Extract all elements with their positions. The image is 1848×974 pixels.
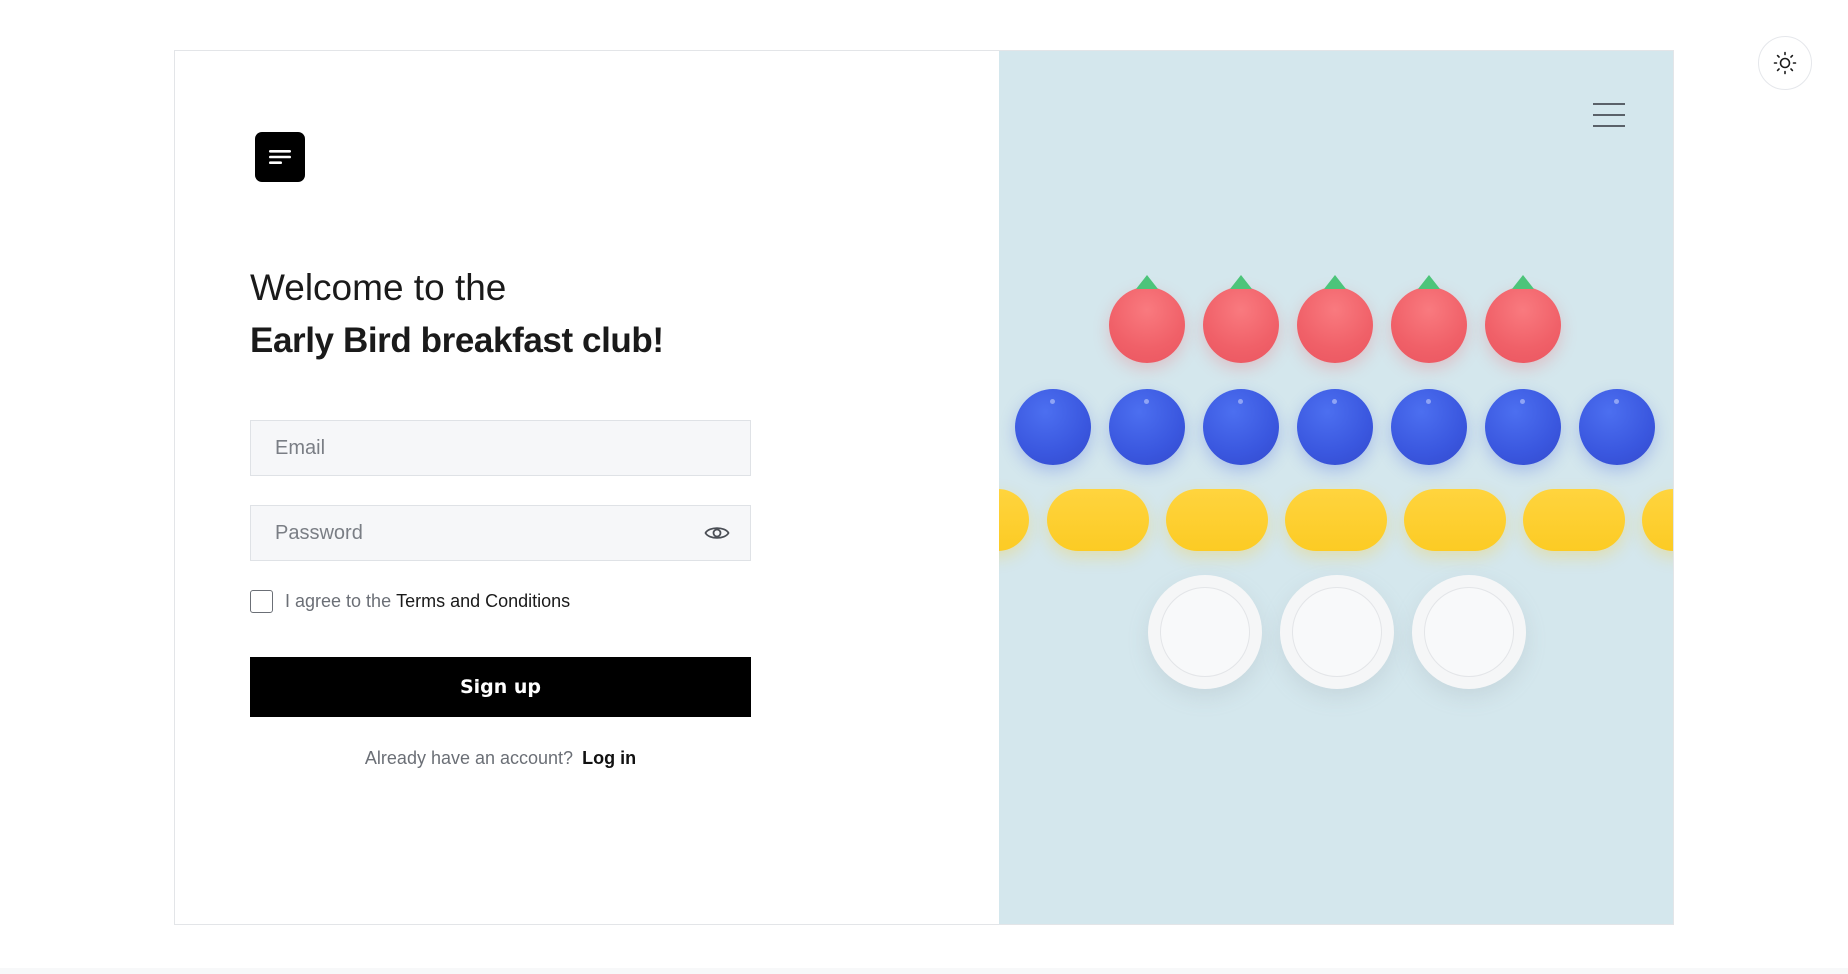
butter-pill-icon	[1522, 489, 1625, 551]
terms-link[interactable]: Terms and Conditions	[396, 591, 570, 612]
butter-pill-icon	[1403, 489, 1506, 551]
password-input[interactable]	[251, 506, 750, 560]
hamburger-icon[interactable]	[1592, 101, 1627, 129]
sign-up-button[interactable]: Sign up	[250, 657, 751, 717]
tomato-icon	[1296, 275, 1373, 363]
terms-agreement-row: I agree to the Terms and Conditions	[250, 590, 570, 613]
tomato-icon	[1390, 275, 1467, 363]
login-row: Already have an account? Log in	[250, 748, 751, 769]
password-field-wrapper	[250, 505, 751, 561]
blueberry-icon	[1484, 389, 1561, 465]
email-field-wrapper	[250, 420, 751, 476]
terms-checkbox[interactable]	[250, 590, 273, 613]
tomato-icon	[1202, 275, 1279, 363]
blueberry-icon	[1202, 389, 1279, 465]
signup-card: Welcome to the Early Bird breakfast club…	[174, 50, 1674, 925]
blueberry-icon	[1390, 389, 1467, 465]
login-link[interactable]: Log in	[582, 748, 636, 768]
blueberry-icon	[1296, 389, 1373, 465]
blueberry-icon	[1014, 389, 1091, 465]
welcome-heading: Welcome to the	[250, 267, 507, 308]
sun-icon	[1773, 51, 1797, 75]
butter-pill-icon	[1046, 489, 1149, 551]
tomato-icon	[1108, 275, 1185, 363]
club-name-heading: Early Bird breakfast club!	[250, 321, 664, 360]
show-password-icon[interactable]	[702, 518, 732, 548]
theme-toggle-button[interactable]	[1758, 36, 1812, 90]
menu-lines-icon	[269, 150, 291, 164]
login-prompt-text: Already have an account?	[364, 748, 574, 768]
blueberry-icon	[1578, 389, 1655, 465]
plate-icon	[1147, 575, 1262, 689]
butter-pill-icon	[1641, 489, 1673, 551]
butter-pill-icon	[998, 489, 1029, 551]
plate-icon	[1279, 575, 1394, 689]
plate-icon	[1411, 575, 1526, 689]
page-footer-strip	[0, 968, 1848, 974]
terms-prefix-text: I agree to the	[285, 591, 392, 611]
butter-pill-icon	[1284, 489, 1387, 551]
blueberry-icon	[1108, 389, 1185, 465]
signup-form-panel: Welcome to the Early Bird breakfast club…	[175, 51, 999, 924]
app-logo[interactable]	[255, 132, 305, 182]
tomato-icon	[1484, 275, 1561, 363]
email-input[interactable]	[251, 421, 750, 475]
breakfast-illustration-panel	[998, 51, 1673, 924]
butter-pill-icon	[1165, 489, 1268, 551]
